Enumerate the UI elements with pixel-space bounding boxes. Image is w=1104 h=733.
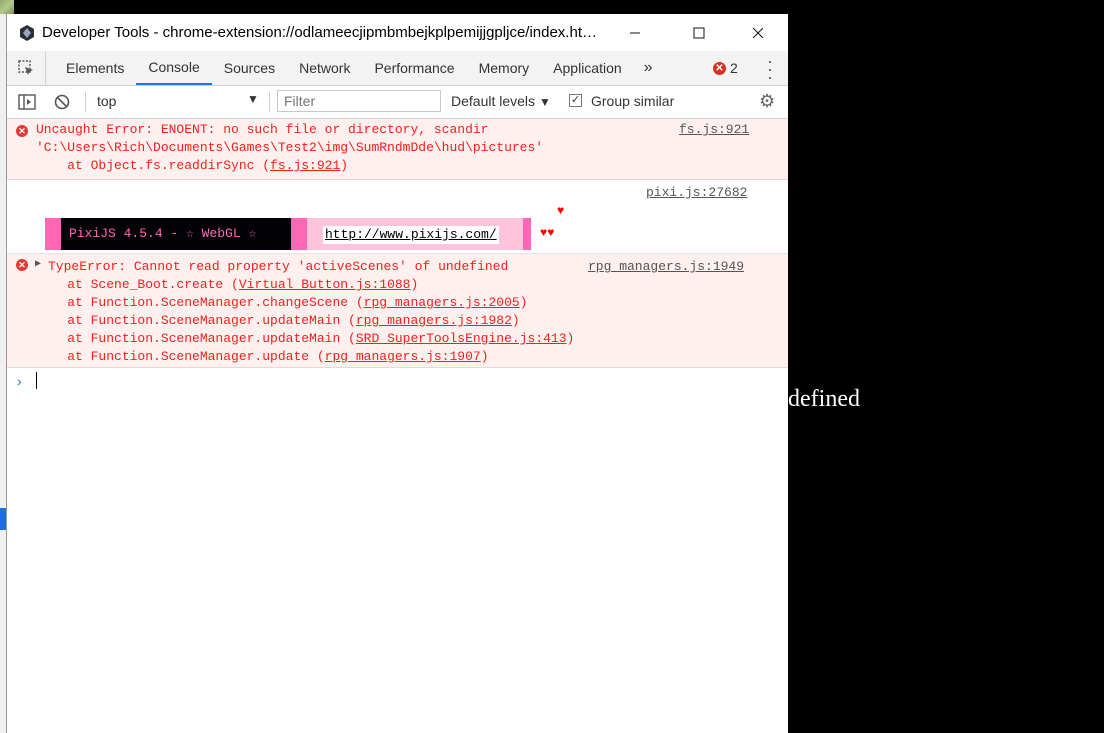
error-text: 'C:\Users\Rich\Documents\Games\Test2\img… [36, 140, 544, 155]
panel-tabs: Elements Console Sources Network Perform… [7, 51, 788, 86]
tab-application[interactable]: Application [541, 51, 634, 85]
stack-frame-link[interactable]: SRD_SuperToolsEngine.js:413 [356, 331, 567, 346]
error-icon: ✕ [713, 61, 726, 75]
console-log-message: pixi.js:27682 PixiJS 4.5.4 - ☆ WebGL ☆ h… [7, 180, 788, 254]
banner-stripe [523, 218, 531, 250]
toolbar-divider [269, 92, 270, 112]
error-text: Uncaught Error: ENOENT: no such file or … [36, 122, 489, 137]
source-link[interactable]: rpg_managers.js:1949 [588, 258, 744, 276]
group-similar-label: Group similar [591, 93, 675, 109]
maximize-icon [693, 27, 705, 38]
console-error-message: ✕ Uncaught Error: ENOENT: no such file o… [7, 119, 788, 180]
chevron-down-icon: ▼ [538, 95, 551, 109]
stack-frame-text: at Function.SceneManager.updateMain ( [36, 331, 356, 346]
source-link[interactable]: fs.js:921 [679, 121, 749, 139]
tab-elements[interactable]: Elements [54, 51, 136, 85]
close-button[interactable] [729, 14, 787, 51]
error-count-badge[interactable]: ✕ 2 [713, 60, 738, 76]
banner-title-block: PixiJS 4.5.4 - ☆ WebGL ☆ [61, 218, 291, 250]
console-toolbar: top ▼ Default levels ▼ ✓ Group similar ⚙ [7, 86, 788, 119]
stack-frame-link[interactable]: rpg_managers.js:2005 [364, 295, 520, 310]
stack-frame-link[interactable]: fs.js:921 [270, 158, 340, 173]
toolbar-divider [85, 92, 86, 112]
stack-frame: at Function.SceneManager.update (rpg_man… [36, 348, 489, 366]
close-icon [752, 27, 764, 38]
stack-frame-text: ) [511, 313, 520, 328]
devtools-window: Developer Tools - chrome-extension://odl… [6, 14, 788, 733]
stack-frame-text: ) [410, 277, 419, 292]
chevron-down-icon[interactable]: ▼ [247, 92, 259, 106]
log-levels-label: Default levels [451, 93, 536, 109]
stack-frame-text: at Function.SceneManager.updateMain ( [36, 313, 356, 328]
stack-frame: at Function.SceneManager.changeScene (rp… [36, 294, 528, 312]
stack-frame-link[interactable]: rpg_managers.js:1982 [356, 313, 512, 328]
background-thumbnail [0, 0, 14, 14]
error-count: 2 [730, 60, 738, 76]
error-icon: ✕ [16, 259, 28, 271]
console-prompt[interactable]: › [7, 368, 788, 398]
expand-arrow-icon[interactable]: ▶ [35, 258, 41, 270]
stack-frame-text: ) [480, 349, 489, 364]
stack-frame-text: at Object.fs.readdirSync ( [36, 158, 271, 173]
sidebar-toggle-icon [18, 94, 36, 110]
tab-performance[interactable]: Performance [362, 51, 466, 85]
stack-frame: at Scene_Boot.create (Virtual_Button.js:… [36, 276, 418, 294]
tab-console[interactable]: Console [136, 51, 212, 85]
gear-icon[interactable]: ⚙ [759, 91, 775, 112]
inspect-icon [18, 60, 33, 75]
more-options-icon[interactable]: · · · [763, 52, 777, 86]
filter-input[interactable] [277, 90, 441, 112]
log-levels-dropdown[interactable]: Default levels ▼ [451, 93, 551, 109]
clear-icon [54, 94, 70, 110]
stack-frame-text: at Function.SceneManager.changeScene ( [36, 295, 364, 310]
show-sidebar-button[interactable] [18, 94, 36, 113]
error-text: TypeError: Cannot read property 'activeS… [48, 259, 509, 274]
banner-stripe [291, 218, 307, 250]
stack-frame-text: ) [519, 295, 528, 310]
tab-sources[interactable]: Sources [212, 51, 287, 85]
tab-memory[interactable]: Memory [467, 51, 542, 85]
more-tabs-button[interactable]: » [634, 51, 663, 85]
input-caret [36, 372, 37, 389]
heart-icon: ♥ [557, 204, 565, 218]
stack-frame-text: at Scene_Boot.create ( [36, 277, 239, 292]
minimize-button[interactable] [606, 14, 664, 51]
source-link[interactable]: pixi.js:27682 [646, 184, 747, 202]
devtools-app-icon [20, 24, 34, 41]
title-bar: Developer Tools - chrome-extension://odl… [7, 14, 788, 51]
background-text: defined [788, 386, 860, 412]
stack-frame-text: at Function.SceneManager.update ( [36, 349, 325, 364]
stack-frame-text: ) [340, 158, 349, 173]
prompt-chevron-icon: › [17, 373, 22, 389]
tab-network[interactable]: Network [287, 51, 362, 85]
heart-icon: ♥♥ [540, 226, 555, 240]
group-similar-checkbox[interactable]: ✓ [569, 94, 582, 107]
stack-frame-text: ) [566, 331, 575, 346]
stack-frame: at Function.SceneManager.updateMain (SRD… [36, 330, 574, 348]
banner-title: PixiJS 4.5.4 - ☆ WebGL ☆ [69, 226, 257, 241]
stack-frame-link[interactable]: Virtual_Button.js:1088 [239, 277, 411, 292]
banner-stripe [45, 218, 61, 250]
stack-frame-link[interactable]: rpg_managers.js:1907 [325, 349, 481, 364]
clear-console-button[interactable] [54, 94, 70, 113]
stack-frame: at Object.fs.readdirSync (fs.js:921) [36, 157, 348, 175]
context-selector[interactable]: top [97, 93, 116, 109]
console-error-message: ✕ ▶ TypeError: Cannot read property 'act… [7, 254, 788, 368]
stack-frame: at Function.SceneManager.updateMain (rpg… [36, 312, 520, 330]
window-title: Developer Tools - chrome-extension://odl… [42, 24, 597, 41]
error-icon: ✕ [16, 125, 28, 137]
maximize-button[interactable] [670, 14, 728, 51]
banner-url-link[interactable]: http://www.pixijs.com/ [323, 226, 499, 244]
minimize-icon [630, 32, 640, 33]
inspect-element-button[interactable] [7, 51, 46, 85]
